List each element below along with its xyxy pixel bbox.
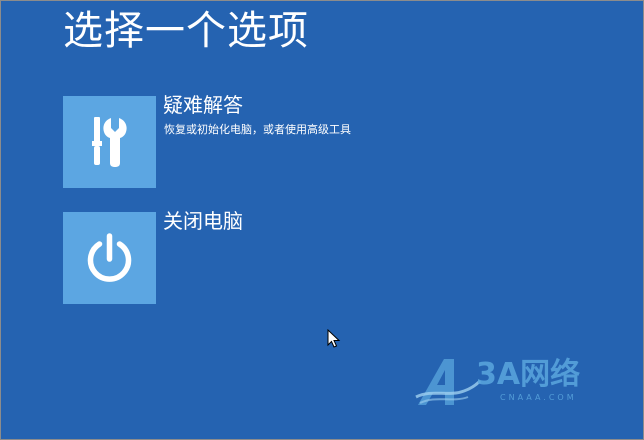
option-troubleshoot-title: 疑难解答 [163, 93, 243, 117]
shutdown-tile[interactable] [63, 212, 156, 304]
watermark: 3A网络 CNAAA.COM [414, 353, 624, 409]
mouse-pointer-icon [327, 329, 341, 348]
watermark-logo-icon [415, 359, 482, 405]
option-troubleshoot[interactable]: 疑难解答 恢复或初始化电脑，或者使用高级工具 [63, 93, 383, 188]
option-shutdown-title: 关闭电脑 [163, 209, 243, 233]
option-troubleshoot-description: 恢复或初始化电脑，或者使用高级工具 [164, 123, 351, 136]
tools-icon [92, 117, 127, 167]
power-icon [87, 233, 132, 282]
watermark-subtext: CNAAA.COM [500, 393, 577, 402]
watermark-text: 3A网络 [476, 357, 581, 392]
recovery-screen: 选择一个选项 疑难解答 恢复或初始化电脑，或者使用高级工具 关闭电脑 3A网络 … [0, 0, 644, 440]
page-title: 选择一个选项 [63, 8, 309, 54]
option-shutdown[interactable]: 关闭电脑 [63, 209, 383, 304]
troubleshoot-tile[interactable] [63, 96, 156, 188]
